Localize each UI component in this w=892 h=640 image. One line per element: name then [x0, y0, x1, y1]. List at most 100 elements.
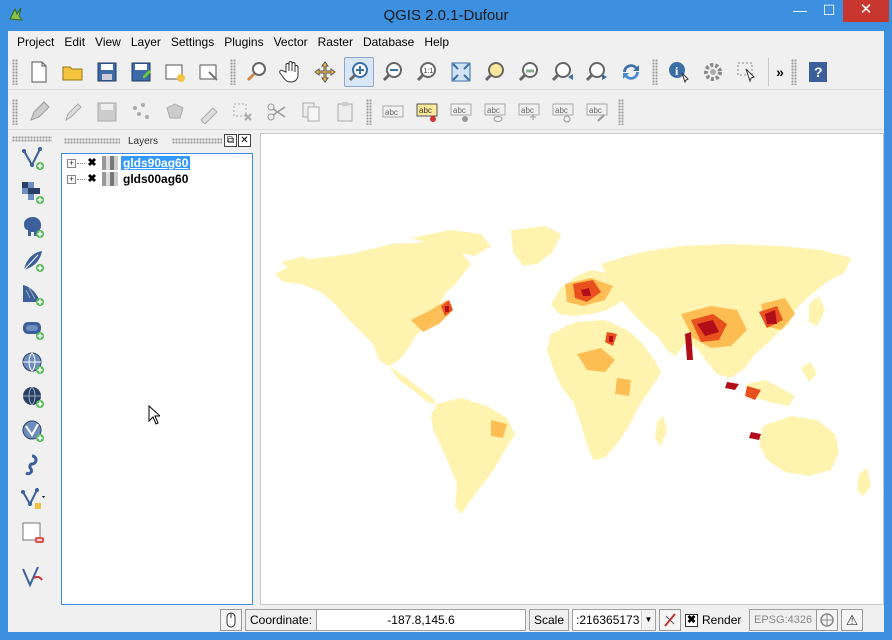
maximize-button[interactable]: ☐	[815, 0, 843, 22]
add-polygon-button[interactable]	[160, 97, 190, 127]
zoom-full-button[interactable]	[446, 57, 476, 87]
new-print-composer-button[interactable]	[160, 57, 190, 87]
zoom-to-selection-button[interactable]	[480, 57, 510, 87]
add-point-button[interactable]	[126, 97, 156, 127]
pan-button[interactable]	[276, 57, 306, 87]
layer-item-glds90ag60[interactable]: + ✖ glds90ag60	[62, 155, 250, 171]
save-edits-button[interactable]	[92, 97, 122, 127]
touch-zoom-button[interactable]	[242, 57, 272, 87]
menu-project[interactable]: Project	[12, 31, 59, 53]
toolbar-grip[interactable]	[230, 58, 236, 85]
toolbar-grip[interactable]	[791, 58, 797, 85]
toolbar-grip[interactable]	[12, 98, 18, 125]
scale-combo[interactable]: :216365173 ▼	[572, 609, 656, 631]
layer-labeling-button[interactable]: abc	[412, 97, 442, 127]
new-project-button[interactable]	[24, 57, 54, 87]
zoom-last-button[interactable]	[548, 57, 578, 87]
refresh-button[interactable]	[616, 57, 646, 87]
node-tool-button[interactable]	[194, 97, 224, 127]
toolbar-overflow-button[interactable]: »	[773, 64, 787, 80]
composer-manager-button[interactable]	[194, 57, 224, 87]
minimize-button[interactable]: —	[785, 0, 815, 22]
add-mssql-layer-button[interactable]	[18, 280, 48, 310]
zoom-out-button[interactable]	[378, 57, 408, 87]
menu-settings[interactable]: Settings	[166, 31, 219, 53]
menu-layer[interactable]: Layer	[126, 31, 166, 53]
copy-features-button[interactable]	[296, 97, 326, 127]
change-label-button[interactable]: abc	[582, 97, 612, 127]
render-checkbox[interactable]: ✖	[685, 613, 698, 627]
menu-database[interactable]: Database	[358, 31, 419, 53]
show-hide-labels-button[interactable]: abc	[480, 97, 510, 127]
delete-selected-button[interactable]	[228, 97, 258, 127]
add-wcs-layer-button[interactable]	[18, 382, 48, 412]
save-as-button[interactable]	[126, 57, 156, 87]
pan-to-selection-button[interactable]	[310, 57, 340, 87]
toggle-editing-button[interactable]	[24, 97, 54, 127]
layer-item-glds00ag60[interactable]: + ✖ glds00ag60	[62, 171, 250, 187]
identify-button[interactable]: i	[664, 57, 694, 87]
close-button[interactable]: ✕	[843, 0, 889, 22]
help-button[interactable]: ?	[803, 57, 833, 87]
move-label-button[interactable]: abc	[514, 97, 544, 127]
expand-toggle[interactable]: +	[67, 174, 76, 184]
add-delimited-text-layer-button[interactable]	[18, 450, 48, 480]
title-bar[interactable]: QGIS 2.0.1-Dufour — ☐ ✕	[0, 0, 892, 30]
cut-features-button[interactable]	[262, 97, 292, 127]
render-toggle[interactable]: ✖ Render	[685, 609, 741, 631]
add-oracle-layer-button[interactable]	[18, 314, 48, 344]
zoom-next-button[interactable]	[582, 57, 612, 87]
toolbar-grip[interactable]	[12, 136, 52, 142]
menu-edit[interactable]: Edit	[59, 31, 90, 53]
menu-help[interactable]: Help	[419, 31, 454, 53]
chevron-down-icon[interactable]: ▼	[641, 610, 655, 630]
add-postgis-layer-button[interactable]	[18, 212, 48, 242]
open-project-button[interactable]	[58, 57, 88, 87]
layer-visibility-checkbox[interactable]: ✖	[86, 173, 98, 185]
remove-layer-button[interactable]	[18, 518, 48, 548]
add-wfs-layer-button[interactable]	[18, 416, 48, 446]
menu-raster[interactable]: Raster	[313, 31, 358, 53]
add-raster-layer-button[interactable]	[18, 178, 48, 208]
panel-splitter[interactable]	[253, 132, 258, 606]
zoom-to-layer-button[interactable]	[514, 57, 544, 87]
menu-view[interactable]: View	[90, 31, 126, 53]
panel-float-button[interactable]: ⧉	[224, 134, 237, 147]
save-project-button[interactable]	[92, 57, 122, 87]
zoom-in-icon	[348, 61, 368, 81]
zoom-actual-size-button[interactable]: 1:1	[412, 57, 442, 87]
layers-panel-header[interactable]: Layers ⧉ ✕	[60, 132, 253, 152]
toolbar-grip[interactable]	[366, 98, 372, 125]
add-vector-layer-button[interactable]	[18, 144, 48, 174]
coordinate-field[interactable]: -187.8,145.6	[316, 609, 526, 631]
panel-close-button[interactable]: ✕	[238, 134, 251, 147]
menu-vector[interactable]: Vector	[269, 31, 313, 53]
select-features-button[interactable]	[732, 57, 762, 87]
add-virtual-layer-button[interactable]	[18, 562, 48, 592]
message-log-button[interactable]: ⚠	[841, 609, 863, 631]
crs-options-button[interactable]	[816, 609, 838, 631]
edit-pencil-button[interactable]	[58, 97, 88, 127]
svg-text:abc: abc	[589, 106, 602, 115]
label-tool-button[interactable]: abc	[378, 97, 408, 127]
map-canvas[interactable]	[260, 133, 884, 605]
zoom-in-button[interactable]	[344, 56, 374, 87]
pin-labels-button[interactable]: abc	[446, 97, 476, 127]
toggle-extents-button[interactable]	[220, 609, 242, 631]
add-spatialite-layer-button[interactable]	[18, 246, 48, 276]
layer-visibility-checkbox[interactable]: ✖	[86, 157, 98, 169]
new-print-composer-icon	[165, 64, 185, 82]
new-shapefile-layer-button[interactable]	[18, 484, 48, 514]
toolbar-grip[interactable]	[652, 58, 658, 85]
layer-tree[interactable]: + ✖ glds90ag60 + ✖ glds00ag60	[61, 153, 253, 605]
menu-plugins[interactable]: Plugins	[219, 31, 268, 53]
stop-render-button[interactable]	[659, 609, 681, 631]
expand-toggle[interactable]: +	[67, 158, 76, 168]
rotate-label-button[interactable]: abc	[548, 97, 578, 127]
toolbar-grip[interactable]	[618, 98, 624, 125]
crs-status-button[interactable]: EPSG:4326	[749, 609, 818, 631]
toolbar-grip[interactable]	[12, 58, 18, 85]
run-action-button[interactable]	[698, 57, 728, 87]
paste-features-button[interactable]	[330, 97, 360, 127]
add-wms-layer-button[interactable]	[18, 348, 48, 378]
